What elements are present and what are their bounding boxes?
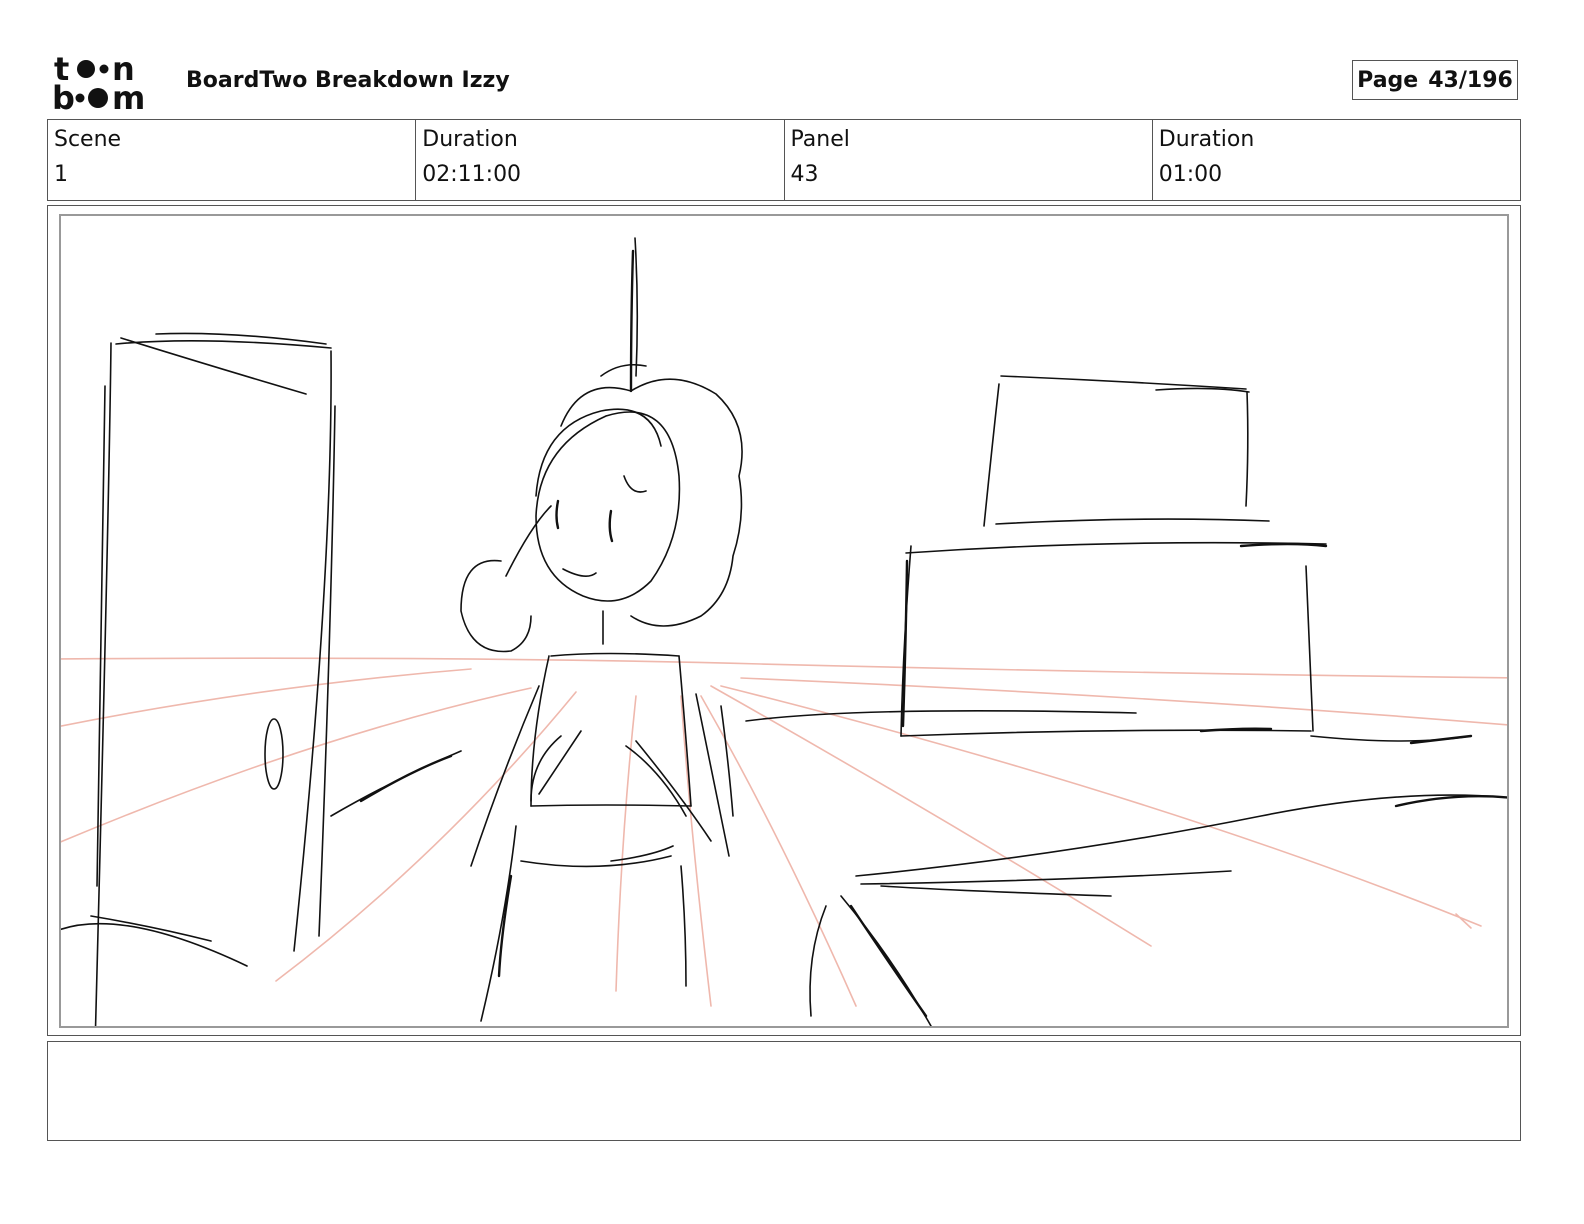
logo-mark-icon: t n b m xyxy=(52,50,145,117)
panel-image xyxy=(59,214,1509,1028)
panel-value: 43 xyxy=(790,162,819,187)
storyboard-sketch-icon xyxy=(61,237,1507,1026)
wardrobe-sketch xyxy=(61,332,462,1026)
notes-box[interactable] xyxy=(47,1041,1521,1141)
page-indicator: Page 43/196 xyxy=(1352,60,1518,100)
panel-duration-label: Duration xyxy=(1158,127,1255,152)
panel-cell: Panel 43 xyxy=(785,120,1153,200)
page-number: 43/196 xyxy=(1428,67,1513,93)
panel-duration-cell: Duration 01:00 xyxy=(1153,120,1520,200)
scene-info-table: Scene 1 Duration 02:11:00 Panel 43 Durat… xyxy=(47,119,1521,201)
svg-text:b: b xyxy=(52,79,75,112)
scene-duration-value: 02:11:00 xyxy=(422,162,522,187)
svg-text:m: m xyxy=(112,79,145,112)
page-label: Page xyxy=(1357,67,1419,93)
scene-value: 1 xyxy=(54,162,68,187)
scene-duration-label: Duration xyxy=(422,127,518,152)
document-title: BoardTwo Breakdown Izzy xyxy=(186,68,510,93)
panel-duration-value: 01:00 xyxy=(1158,162,1223,187)
boxes-sketch xyxy=(745,375,1473,745)
scene-duration-cell: Duration 02:11:00 xyxy=(416,120,785,200)
panel-frame xyxy=(47,205,1521,1036)
panel-label: Panel xyxy=(790,127,850,152)
perspective-lines xyxy=(61,657,1507,1007)
scene-cell: Scene 1 xyxy=(48,120,417,200)
bed-sketch xyxy=(809,794,1507,1026)
scene-label: Scene xyxy=(54,127,122,152)
toonboom-logo: t n b m xyxy=(50,50,165,117)
